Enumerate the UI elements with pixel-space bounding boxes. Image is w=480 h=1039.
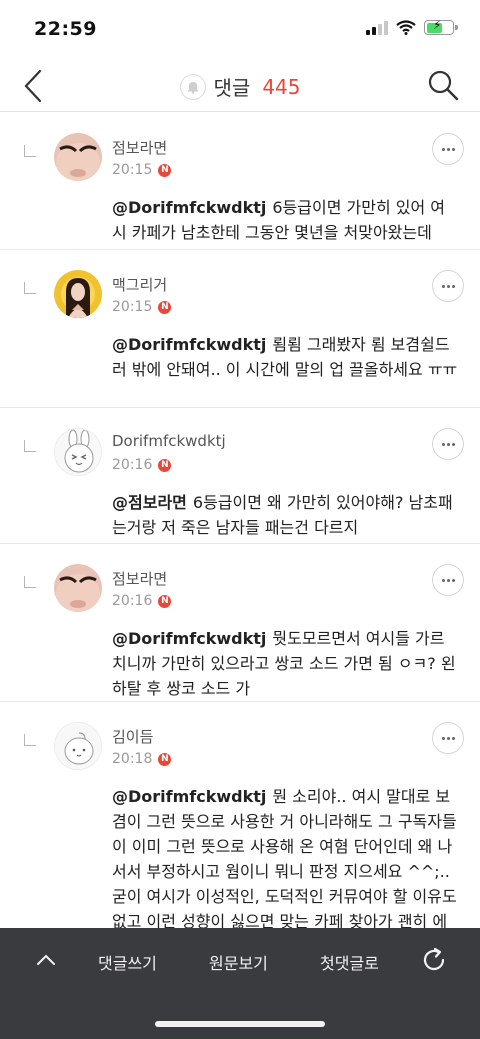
- comment-body: @Dorifmfckwdktj 6등급이면 가만히 있어 여시 카페가 남초한테 …: [112, 195, 458, 245]
- search-icon[interactable]: [426, 68, 460, 102]
- avatar[interactable]: [54, 270, 102, 318]
- reply-indent-icon: [24, 576, 36, 588]
- comment-item: 맥그리거 20:15 N @Dorifmfckwdktj 룀룀 그래봤자 룀 보겸…: [0, 250, 480, 408]
- mention[interactable]: @점보라면: [112, 493, 187, 512]
- header: 댓글 445: [0, 60, 480, 112]
- home-indicator: [155, 1021, 325, 1027]
- status-time: 22:59: [34, 18, 97, 40]
- header-title-group: 댓글 445: [0, 72, 480, 101]
- new-badge: N: [158, 300, 172, 314]
- comment-meta: 20:18 N: [112, 751, 172, 767]
- comment-time: 20:15: [112, 299, 153, 315]
- new-badge: N: [158, 594, 172, 608]
- comment-time: 20:15: [112, 162, 153, 178]
- reply-indent-icon: [24, 282, 36, 294]
- comment-item: 김이듬 20:18 N @Dorifmfckwdktj 뭔 소리야.. 여시 말대…: [0, 702, 480, 928]
- comment-author[interactable]: 점보라면: [112, 568, 167, 589]
- avatar[interactable]: [54, 722, 102, 770]
- wifi-icon: [396, 20, 416, 35]
- status-bar: 22:59 ⚡: [0, 0, 480, 60]
- comment-body: @Dorifmfckwdktj 룀룀 그래봤자 룀 보겸쉴드러 밖에 안돼여.. …: [112, 332, 458, 382]
- comment-body: @Dorifmfckwdktj 뭣도모르면서 여시들 가르치니까 가만히 있으라고…: [112, 626, 458, 701]
- comment-count: 445: [262, 74, 301, 99]
- comment-meta: 20:16 N: [112, 593, 172, 609]
- bottom-toolbar: 댓글쓰기 원문보기 첫댓글로: [0, 928, 480, 1039]
- avatar[interactable]: [54, 133, 102, 181]
- more-options-button[interactable]: [432, 133, 464, 165]
- status-icons: ⚡: [366, 18, 458, 35]
- more-options-button[interactable]: [432, 722, 464, 754]
- comment-item: 점보라면 20:15 N @Dorifmfckwdktj 6등급이면 가만히 있어…: [0, 113, 480, 250]
- comment-body: @점보라면 6등급이면 왜 가만히 있어야해? 남초패는거랑 저 죽은 남자들 패…: [112, 490, 458, 540]
- comment-meta: 20:15 N: [112, 162, 172, 178]
- comment-meta: 20:15 N: [112, 299, 172, 315]
- comment-meta: 20:16 N: [112, 457, 172, 473]
- more-options-button[interactable]: [432, 270, 464, 302]
- reply-indent-icon: [24, 734, 36, 746]
- mention[interactable]: @Dorifmfckwdktj: [112, 787, 266, 806]
- comment-text: 뭔 소리야.. 여시 말대로 보겸이 그런 뜻으로 사용한 거 아니라해도 그 …: [112, 787, 457, 928]
- comment-item: Dorifmfckwdktj 20:16 N @점보라면 6등급이면 왜 가만히 …: [0, 408, 480, 544]
- chevron-up-icon[interactable]: [34, 948, 58, 972]
- comment-time: 20:16: [112, 593, 153, 609]
- new-badge: N: [158, 752, 172, 766]
- more-options-button[interactable]: [432, 428, 464, 460]
- comment-author[interactable]: 맥그리거: [112, 274, 167, 295]
- reply-indent-icon: [24, 145, 36, 157]
- mention[interactable]: @Dorifmfckwdktj: [112, 629, 266, 648]
- comment-author[interactable]: 김이듬: [112, 726, 153, 747]
- new-badge: N: [158, 163, 172, 177]
- signal-icon: [366, 20, 388, 35]
- view-original-button[interactable]: 원문보기: [209, 950, 268, 974]
- page-title: 댓글: [213, 76, 251, 100]
- bell-icon[interactable]: [179, 73, 206, 100]
- comment-list[interactable]: 점보라면 20:15 N @Dorifmfckwdktj 6등급이면 가만히 있어…: [0, 113, 480, 928]
- refresh-icon[interactable]: [420, 946, 448, 974]
- comment-author[interactable]: Dorifmfckwdktj: [112, 432, 226, 450]
- more-options-button[interactable]: [432, 564, 464, 596]
- comment-item: 점보라면 20:16 N @Dorifmfckwdktj 뭣도모르면서 여시들 가…: [0, 544, 480, 702]
- mention[interactable]: @Dorifmfckwdktj: [112, 198, 266, 217]
- battery-icon: ⚡: [424, 18, 458, 35]
- new-badge: N: [158, 458, 172, 472]
- comment-time: 20:18: [112, 751, 153, 767]
- write-comment-button[interactable]: 댓글쓰기: [98, 950, 157, 974]
- comment-body: @Dorifmfckwdktj 뭔 소리야.. 여시 말대로 보겸이 그런 뜻으로…: [112, 784, 458, 928]
- reply-indent-icon: [24, 440, 36, 452]
- first-comment-button[interactable]: 첫댓글로: [320, 950, 379, 974]
- avatar[interactable]: [54, 564, 102, 612]
- mention[interactable]: @Dorifmfckwdktj: [112, 335, 266, 354]
- avatar[interactable]: [54, 428, 102, 476]
- comment-time: 20:16: [112, 457, 153, 473]
- comment-author[interactable]: 점보라면: [112, 137, 167, 158]
